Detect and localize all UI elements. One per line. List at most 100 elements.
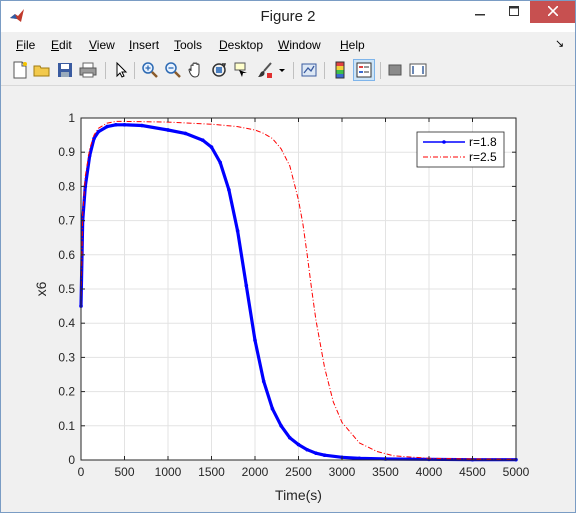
brush-dropdown-icon — [279, 69, 285, 72]
y-tick-label: 0.7 — [58, 214, 75, 228]
new-figure-icon — [13, 61, 27, 79]
link-plot-icon — [301, 63, 317, 77]
y-tick-label: 0 — [68, 453, 75, 467]
toolbar-separator — [293, 62, 294, 79]
data-point-series-1 — [279, 424, 283, 428]
y-tick-label: 0.1 — [58, 419, 75, 433]
pointer-icon — [116, 61, 128, 78]
x-tick-label: 3500 — [372, 465, 399, 479]
x-axis-label: Time(s) — [275, 487, 322, 503]
link-plot-button[interactable] — [300, 61, 318, 79]
print-icon — [79, 62, 97, 78]
save-button[interactable] — [56, 61, 74, 79]
legend-marker-series-1 — [442, 140, 446, 144]
figure-toolbar — [1, 57, 575, 86]
dock-arrow-icon[interactable]: ↘ — [555, 37, 564, 50]
rotate-3d-icon — [212, 63, 227, 77]
legend-button[interactable] — [353, 59, 375, 81]
toolbar-separator — [134, 62, 135, 79]
data-point-series-1 — [122, 123, 127, 127]
plot-svg[interactable]: 0 500 1000 1500 2000 2500 3000 3500 4000 4500 5000… — [1, 86, 575, 512]
y-tick-label: 0.6 — [58, 248, 75, 262]
title-bar[interactable]: Figure 2 — [1, 1, 575, 32]
open-file-button[interactable] — [33, 61, 51, 79]
x-tick-label: 0 — [78, 465, 85, 479]
zoom-in-icon — [142, 62, 158, 78]
y-tick-label: 1 — [68, 111, 75, 125]
legend[interactable]: r=1.8 r=2.5 — [416, 131, 505, 168]
x-tick-label: 1000 — [155, 465, 182, 479]
pan-button[interactable] — [187, 61, 205, 79]
pan-hand-icon — [188, 62, 200, 78]
y-tick-label: 0.9 — [58, 145, 75, 159]
new-figure-button[interactable] — [11, 61, 29, 79]
x-tick-label: 500 — [114, 465, 134, 479]
open-file-icon — [33, 65, 50, 77]
hide-plot-tools-icon — [388, 64, 402, 76]
y-tick-label: 0.4 — [58, 316, 75, 330]
menu-file[interactable]: File — [16, 38, 35, 52]
data-cursor-button[interactable] — [233, 61, 251, 79]
data-point-series-1 — [314, 451, 318, 455]
figure-canvas: 0 500 1000 1500 2000 2500 3000 3500 4000 4500 5000… — [1, 86, 575, 512]
x-tick-label: 1500 — [198, 465, 225, 479]
data-point-series-1 — [244, 283, 249, 288]
show-plot-tools-button[interactable] — [409, 61, 427, 79]
x-tick-label: 2000 — [242, 465, 269, 479]
y-tick-label: 0.8 — [58, 179, 75, 193]
close-button[interactable] — [530, 1, 575, 23]
menu-help[interactable]: Help — [340, 38, 365, 52]
menu-window[interactable]: Window — [278, 38, 321, 52]
data-cursor-icon — [234, 62, 247, 77]
zoom-in-button[interactable] — [141, 61, 159, 79]
y-tick-label: 0.5 — [58, 282, 75, 296]
data-point-series-1 — [227, 188, 231, 192]
menu-insert[interactable]: Insert — [129, 38, 159, 52]
data-point-series-1 — [218, 160, 222, 165]
menu-view[interactable]: View — [89, 38, 115, 52]
data-point-series-1 — [261, 379, 266, 384]
data-point-series-1 — [253, 338, 257, 343]
print-button[interactable] — [79, 61, 97, 79]
x-tick-label: 4000 — [416, 465, 443, 479]
minimize-icon — [475, 14, 485, 16]
maximize-icon — [509, 6, 519, 16]
hide-plot-tools-button[interactable] — [386, 61, 404, 79]
data-point-series-1 — [296, 442, 301, 447]
zoom-out-button[interactable] — [164, 61, 182, 79]
pointer-button[interactable] — [112, 61, 130, 79]
x-tick-label: 2500 — [285, 465, 312, 479]
brush-icon — [258, 62, 272, 78]
x-tick-label: 5000 — [503, 465, 530, 479]
data-point-series-1 — [201, 138, 205, 143]
legend-label-series-1: r=1.8 — [469, 135, 497, 149]
data-point-series-1 — [288, 435, 292, 440]
y-axis-label: x6 — [33, 281, 49, 296]
data-point-series-1 — [105, 124, 109, 129]
toolbar-separator — [324, 62, 325, 79]
menu-tools[interactable]: Tools — [174, 38, 202, 52]
toolbar-separator — [105, 62, 106, 79]
zoom-out-icon — [165, 62, 181, 78]
legend-label-series-2: r=2.5 — [469, 150, 497, 164]
data-point-series-1 — [140, 123, 144, 128]
menu-bar: File Edit View Insert Tools Desktop Wind… — [1, 33, 575, 55]
figure-window: Figure 2 File Edit View Insert Tools Des… — [0, 0, 576, 513]
data-point-series-1 — [322, 453, 327, 458]
colorbar-button[interactable] — [331, 61, 349, 79]
toolbar-separator — [380, 62, 381, 79]
menu-edit[interactable]: Edit — [51, 38, 72, 52]
brush-dropdown-button[interactable] — [277, 61, 287, 79]
brush-button[interactable] — [256, 61, 274, 79]
menu-desktop[interactable]: Desktop — [219, 38, 263, 52]
data-point-series-1 — [114, 123, 118, 127]
x-tick-label: 4500 — [459, 465, 486, 479]
y-tick-label: 0.2 — [58, 385, 75, 399]
maximize-button[interactable] — [497, 1, 531, 23]
data-point-series-1 — [235, 229, 240, 233]
y-tick-label: 0.3 — [58, 350, 75, 364]
data-point-series-1 — [183, 131, 188, 136]
rotate-3d-button[interactable] — [210, 61, 228, 79]
legend-icon — [356, 62, 372, 78]
minimize-button[interactable] — [463, 1, 497, 23]
